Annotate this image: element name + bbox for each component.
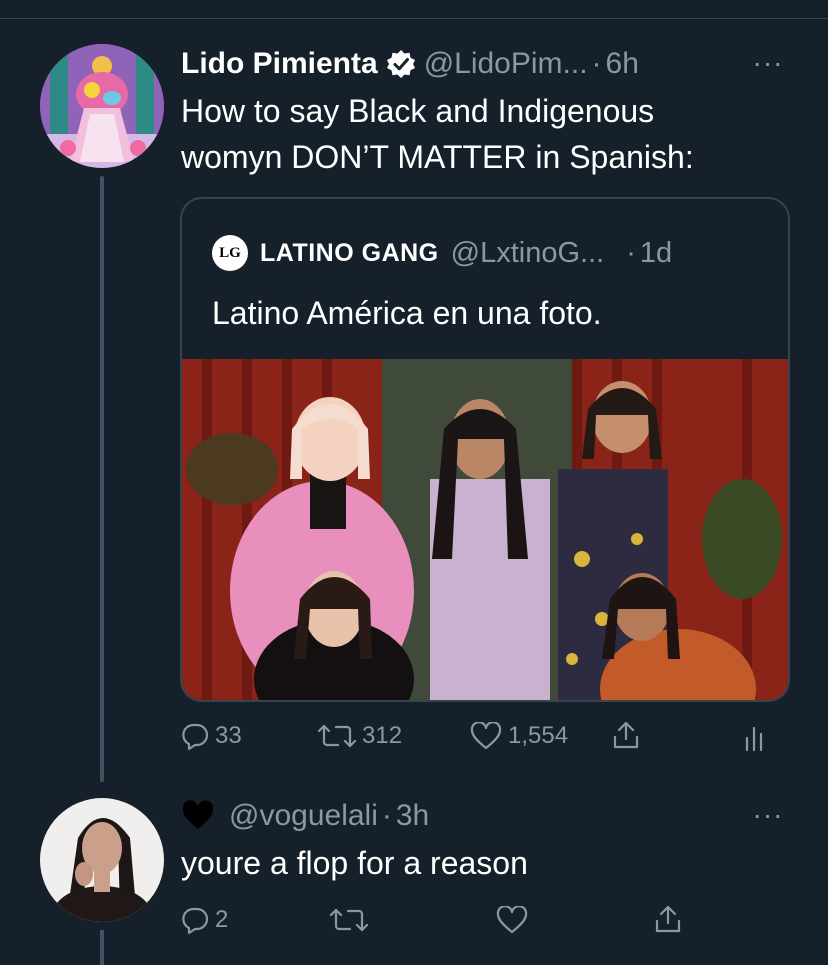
thread-connector-line <box>100 176 104 782</box>
quoted-author-name: LATINO GANG <box>260 238 439 267</box>
black-heart-icon <box>181 799 215 833</box>
author-handle[interactable]: @LidoPim... <box>424 47 588 81</box>
previous-tweet-divider <box>0 0 828 19</box>
reply-author-avatar[interactable] <box>40 798 164 922</box>
quoted-tweet-photo[interactable] <box>182 359 788 700</box>
quoted-author-handle: @LxtinoG... <box>450 236 605 269</box>
reply-header: @voguelali · 3h <box>181 796 429 836</box>
reply-author-handle[interactable]: @voguelali <box>229 799 378 833</box>
header-separator: · <box>591 47 602 80</box>
author-name[interactable]: Lido Pimienta <box>181 47 378 81</box>
verified-badge-icon <box>386 49 416 79</box>
quoted-tweet-timestamp: 1d <box>639 236 673 269</box>
share-icon <box>655 905 681 933</box>
reply-more-options-icon[interactable]: ··· <box>748 801 788 830</box>
analytics-button[interactable] <box>744 724 768 752</box>
tweet-text: How to say Black and Indigenous womyn DO… <box>181 88 801 180</box>
reply-reply-button[interactable]: 2 <box>181 906 228 934</box>
quoted-author-avatar: LG <box>212 235 248 271</box>
reply-timestamp[interactable]: 3h <box>396 799 429 833</box>
more-options-icon[interactable]: ··· <box>748 49 788 78</box>
reply-header-separator: · <box>381 799 392 832</box>
reply-reply-count: 2 <box>215 906 229 933</box>
heart-icon <box>470 722 502 750</box>
reply-icon <box>182 723 209 750</box>
reply-icon <box>182 907 209 934</box>
like-count: 1,554 <box>508 722 569 749</box>
retweet-button[interactable]: 312 <box>318 722 402 750</box>
retweet-icon <box>330 908 368 932</box>
tweet-timestamp[interactable]: 6h <box>606 47 639 81</box>
heart-icon <box>496 906 528 934</box>
thread-connector-line-continued <box>100 930 104 965</box>
share-button[interactable] <box>612 720 640 750</box>
reply-button[interactable]: 33 <box>181 722 242 750</box>
tweet-text-line-1: How to say Black and Indigenous <box>181 93 655 129</box>
tweet-header: Lido Pimienta @LidoPim... · 6h <box>181 44 639 84</box>
quoted-tweet-header: LG LATINO GANG @LxtinoG... · 1d <box>212 235 672 271</box>
quoted-tweet-card[interactable]: LG LATINO GANG @LxtinoG... · 1d Latino A… <box>180 197 790 702</box>
reply-text: youre a flop for a reason <box>181 845 528 881</box>
reply-like-button[interactable] <box>496 906 528 934</box>
retweet-count: 312 <box>362 722 403 749</box>
like-button[interactable]: 1,554 <box>470 722 568 750</box>
quoted-header-separator: · <box>626 236 636 269</box>
reply-retweet-button[interactable] <box>330 906 368 934</box>
quoted-tweet-text: Latino América en una foto. <box>212 295 602 331</box>
reply-share-button[interactable] <box>654 904 682 934</box>
tweet-text-line-2: womyn DON’T MATTER in Spanish: <box>181 139 694 175</box>
share-icon <box>613 721 639 749</box>
retweet-icon <box>318 724 356 748</box>
author-avatar[interactable] <box>40 44 164 168</box>
reply-count: 33 <box>215 722 242 749</box>
analytics-icon <box>745 726 763 752</box>
